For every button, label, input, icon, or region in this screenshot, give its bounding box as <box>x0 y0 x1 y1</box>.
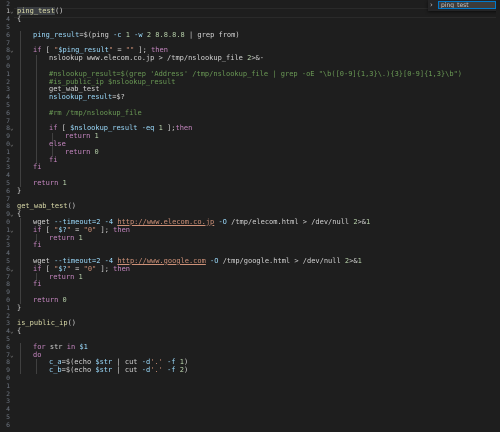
fold-chevron-icon[interactable]: ⌄ <box>10 47 16 55</box>
line-number: 6 <box>6 420 10 429</box>
code-line[interactable]: ping_result=$(ping -c 1 -w 2 8.8.8.8 | g… <box>33 31 240 40</box>
fold-chevron-icon[interactable]: ⌄ <box>10 141 16 149</box>
code-line[interactable]: fi <box>33 280 41 289</box>
fold-chevron-icon[interactable]: ⌄ <box>10 352 16 360</box>
toggle-replace-chevron-icon[interactable]: › <box>430 1 433 9</box>
indent-guide <box>20 31 21 188</box>
code-line[interactable]: return 0 <box>65 148 99 157</box>
code-line[interactable]: is_public_ip() <box>17 319 76 328</box>
indent-guide <box>36 358 37 375</box>
code-line[interactable]: } <box>17 187 21 196</box>
code-line[interactable]: #rm /tmp/nslookup_file <box>49 109 142 118</box>
code-line[interactable]: { <box>17 15 21 24</box>
find-widget: › ping_test <box>428 0 500 11</box>
code-line[interactable]: get_wab_test() <box>17 202 76 211</box>
overview-ruler[interactable] <box>496 0 500 432</box>
code-line[interactable]: } <box>17 304 21 313</box>
code-line[interactable]: do <box>33 351 41 360</box>
fold-chevron-icon[interactable]: ⌄ <box>10 266 16 274</box>
indent-guide <box>36 54 37 164</box>
code-line[interactable]: fi <box>33 241 41 250</box>
fold-chevron-icon[interactable]: ⌄ <box>10 227 16 235</box>
code-line[interactable]: { <box>17 210 21 219</box>
code-line[interactable]: return 1 <box>49 234 83 243</box>
code-line[interactable]: fi <box>49 156 57 165</box>
code-line[interactable]: { <box>17 327 21 336</box>
code-line[interactable]: ping_test() <box>17 7 63 16</box>
code-line[interactable]: nslookup www.elecom.co.jp > /tmp/nslooku… <box>49 54 264 63</box>
code-line[interactable]: return 0 <box>33 296 67 305</box>
code-line[interactable]: return 1 <box>49 273 83 282</box>
code-line[interactable]: c_b=$(echo $str | cut -d'.' -f 2) <box>49 366 188 375</box>
find-input[interactable]: ping_test <box>438 1 496 9</box>
fold-chevron-icon[interactable]: ⌄ <box>10 328 16 336</box>
code-line[interactable]: fi <box>33 163 41 172</box>
code-line[interactable]: nslookup_result=$? <box>49 93 125 102</box>
code-line[interactable]: else <box>49 140 66 149</box>
fold-chevron-icon[interactable]: ⌄ <box>10 125 16 133</box>
fold-chevron-icon[interactable]: ⌄ <box>10 8 16 16</box>
fold-chevron-icon[interactable]: ⌄ <box>10 211 16 219</box>
code-line[interactable]: return 1 <box>33 179 67 188</box>
indent-guide <box>20 343 21 375</box>
code-line[interactable]: return 1 <box>65 132 99 141</box>
indent-guide <box>20 218 21 305</box>
